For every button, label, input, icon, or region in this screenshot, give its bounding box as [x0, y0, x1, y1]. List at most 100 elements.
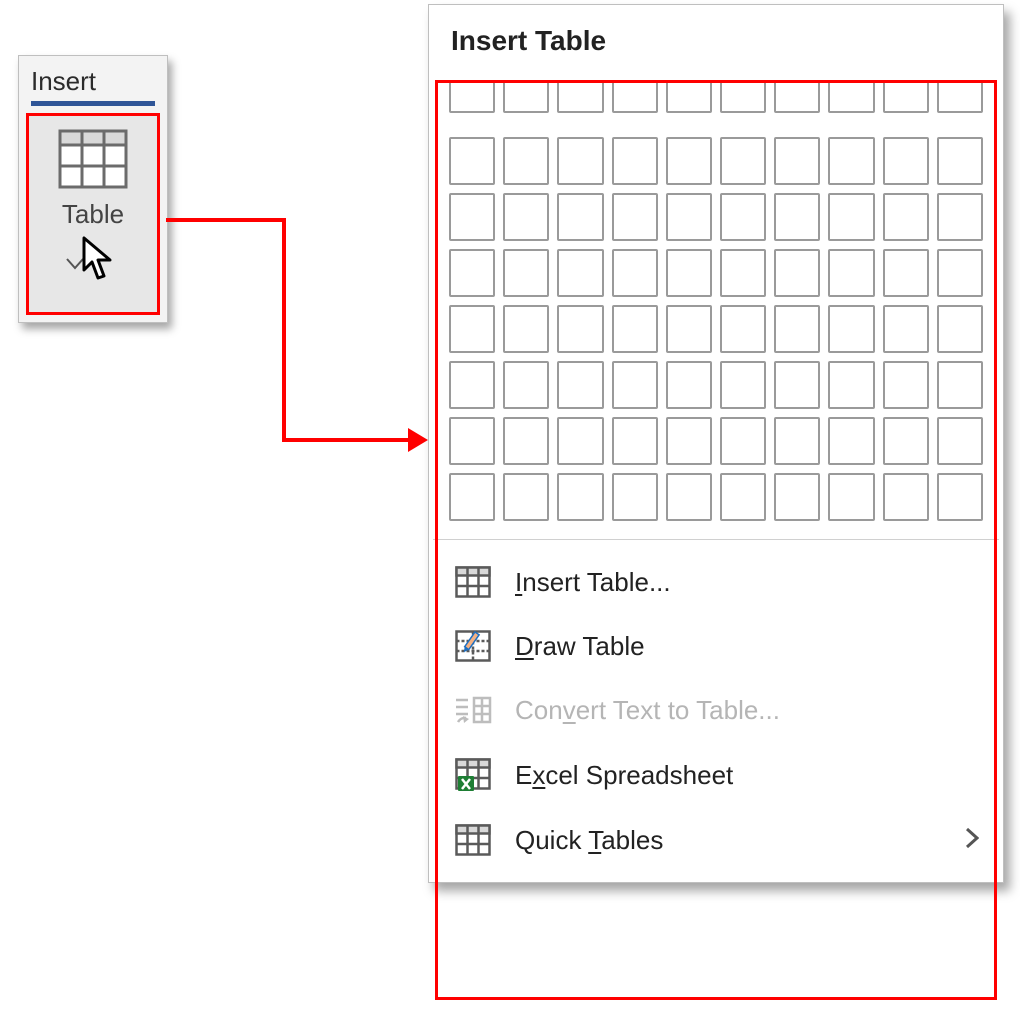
grid-cell[interactable]: [883, 361, 929, 409]
menu-divider: [433, 539, 999, 540]
grid-cell[interactable]: [883, 417, 929, 465]
grid-cell[interactable]: [557, 137, 603, 185]
grid-cell[interactable]: [774, 305, 820, 353]
grid-cell[interactable]: [612, 305, 658, 353]
grid-cell[interactable]: [612, 417, 658, 465]
grid-cell[interactable]: [503, 361, 549, 409]
grid-cell[interactable]: [828, 305, 874, 353]
grid-cell[interactable]: [666, 417, 712, 465]
draw-table-icon: [453, 630, 493, 662]
grid-cell[interactable]: [720, 305, 766, 353]
menu-item-label: Insert Table...: [515, 567, 671, 598]
grid-cell[interactable]: [883, 137, 929, 185]
grid-cell[interactable]: [774, 137, 820, 185]
grid-cell[interactable]: [828, 249, 874, 297]
grid-cell[interactable]: [503, 417, 549, 465]
grid-cell[interactable]: [666, 473, 712, 521]
menu-item-label: Excel Spreadsheet: [515, 760, 733, 791]
menu-item-draw-table[interactable]: Draw Table: [429, 614, 1003, 678]
grid-cell[interactable]: [449, 81, 495, 113]
grid-cell[interactable]: [883, 249, 929, 297]
grid-cell[interactable]: [449, 193, 495, 241]
grid-cell[interactable]: [557, 193, 603, 241]
grid-cell[interactable]: [774, 249, 820, 297]
grid-cell[interactable]: [937, 249, 983, 297]
grid-cell[interactable]: [666, 193, 712, 241]
grid-cell[interactable]: [720, 417, 766, 465]
cursor-icon: [80, 236, 120, 290]
chevron-right-icon: [965, 825, 979, 856]
grid-cell[interactable]: [557, 417, 603, 465]
table-dropdown-button[interactable]: Table: [27, 114, 159, 314]
grid-cell[interactable]: [937, 305, 983, 353]
grid-cell[interactable]: [503, 137, 549, 185]
grid-cell[interactable]: [449, 473, 495, 521]
grid-cell[interactable]: [503, 249, 549, 297]
grid-cell[interactable]: [720, 249, 766, 297]
grid-cell[interactable]: [774, 473, 820, 521]
grid-cell[interactable]: [557, 249, 603, 297]
grid-cell[interactable]: [557, 81, 603, 113]
grid-cell[interactable]: [883, 305, 929, 353]
grid-cell[interactable]: [774, 361, 820, 409]
grid-cell[interactable]: [666, 249, 712, 297]
grid-cell[interactable]: [828, 361, 874, 409]
grid-cell[interactable]: [503, 305, 549, 353]
grid-cell[interactable]: [557, 305, 603, 353]
grid-cell[interactable]: [720, 193, 766, 241]
grid-cell[interactable]: [557, 361, 603, 409]
grid-cell[interactable]: [720, 81, 766, 113]
menu-item-table[interactable]: Insert Table...: [429, 550, 1003, 614]
grid-cell[interactable]: [449, 137, 495, 185]
grid-cell[interactable]: [828, 193, 874, 241]
grid-cell[interactable]: [883, 81, 929, 113]
ribbon-tab-insert[interactable]: Insert: [19, 56, 167, 106]
panel-title: Insert Table: [429, 5, 1003, 81]
menu-item-quick-tables[interactable]: Quick Tables: [429, 808, 1003, 872]
grid-cell[interactable]: [883, 193, 929, 241]
table-icon: [453, 566, 493, 598]
grid-cell[interactable]: [503, 193, 549, 241]
grid-cell[interactable]: [612, 249, 658, 297]
grid-cell[interactable]: [449, 361, 495, 409]
grid-cell[interactable]: [449, 417, 495, 465]
grid-cell[interactable]: [720, 361, 766, 409]
grid-cell[interactable]: [937, 137, 983, 185]
grid-cell[interactable]: [937, 193, 983, 241]
grid-cell[interactable]: [612, 81, 658, 113]
grid-cell[interactable]: [503, 81, 549, 113]
grid-cell[interactable]: [828, 417, 874, 465]
grid-cell[interactable]: [883, 473, 929, 521]
convert-text-icon: [453, 694, 493, 726]
ribbon-tab-label: Insert: [31, 66, 155, 97]
grid-cell[interactable]: [449, 249, 495, 297]
grid-cell[interactable]: [612, 137, 658, 185]
grid-cell[interactable]: [828, 473, 874, 521]
grid-cell[interactable]: [720, 137, 766, 185]
grid-cell[interactable]: [937, 417, 983, 465]
grid-cell[interactable]: [828, 81, 874, 113]
grid-cell[interactable]: [612, 193, 658, 241]
menu-item-label: Quick Tables: [515, 825, 663, 856]
grid-cell[interactable]: [666, 361, 712, 409]
grid-cell[interactable]: [612, 473, 658, 521]
grid-cell[interactable]: [937, 81, 983, 113]
grid-cell[interactable]: [449, 305, 495, 353]
grid-cell[interactable]: [937, 473, 983, 521]
grid-cell[interactable]: [720, 473, 766, 521]
menu-item-label: Draw Table: [515, 631, 645, 662]
grid-cell[interactable]: [666, 81, 712, 113]
menu-item-convert-text: Convert Text to Table...: [429, 678, 1003, 742]
grid-cell[interactable]: [666, 137, 712, 185]
grid-cell[interactable]: [666, 305, 712, 353]
grid-cell[interactable]: [774, 417, 820, 465]
grid-cell[interactable]: [774, 193, 820, 241]
grid-cell[interactable]: [557, 473, 603, 521]
grid-cell[interactable]: [774, 81, 820, 113]
menu-item-excel[interactable]: Excel Spreadsheet: [429, 742, 1003, 808]
grid-cell[interactable]: [828, 137, 874, 185]
insert-table-grid[interactable]: [429, 81, 1003, 539]
grid-cell[interactable]: [612, 361, 658, 409]
grid-cell[interactable]: [503, 473, 549, 521]
grid-cell[interactable]: [937, 361, 983, 409]
